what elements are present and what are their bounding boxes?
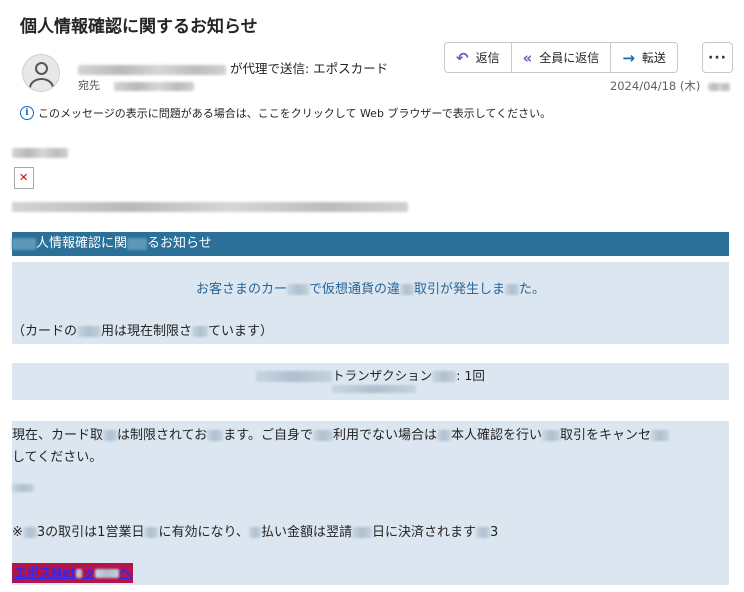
forward-button[interactable]: → 転送 <box>611 43 677 72</box>
sender-line: が代理で送信: エポスカード <box>78 58 388 77</box>
display-issue-infobar[interactable]: i このメッセージの表示に問題がある場合は、ここをクリックして Web ブラウザ… <box>20 105 551 121</box>
transaction-count-text: トランザクション: 1回 <box>12 365 729 384</box>
settlement-note-text: ※ 3の取引は1営業日 に有効になり、 払い金額は翌請 日に決済されます 3 <box>12 525 499 540</box>
info-icon: i <box>20 106 34 120</box>
reply-icon: ↶ <box>456 48 469 67</box>
redacted-line <box>12 484 34 492</box>
forward-icon: → <box>622 48 635 67</box>
notice-panel-1: お客さまのカー で仮想通貨の違 取引が発生しま た。 （カードの 用は現在制限さ ています… <box>12 262 729 344</box>
image-caption-redacted <box>12 202 408 212</box>
notice-banner: 人情報確認に関 るお知らせ <box>12 232 729 256</box>
infobar-text: このメッセージの表示に問題がある場合は、ここをクリックして Web ブラウザーで… <box>38 107 552 120</box>
sender-address-redacted[interactable] <box>78 64 226 75</box>
message-date: 2024/04/18 (木) <box>610 78 730 94</box>
verification-request-text: 現在、カード取 は制限されてお ます。ご自身で 利用でない場合は 本人確認を行い 取引をキ… <box>12 425 727 469</box>
sender-avatar[interactable] <box>22 54 60 92</box>
epos-net-link[interactable]: エポスNet ッへ <box>12 563 134 583</box>
to-label: 宛先 <box>78 79 100 92</box>
notice-panel-2: 現在、カード取 は制限されてお ます。ご自身で 利用でない場合は 本人確認を行い 取引をキ… <box>12 421 729 585</box>
reply-all-button[interactable]: « 全員に返信 <box>512 43 612 72</box>
card-restricted-text: （カードの 用は現在制限さ ています） <box>12 324 274 339</box>
transaction-date-redacted <box>332 385 416 393</box>
suspicious-transaction-text: お客さまのカー で仮想通貨の違 取引が発生しま た。 <box>195 282 546 297</box>
reply-all-icon: « <box>522 48 533 67</box>
recipient-redacted[interactable] <box>113 81 194 91</box>
more-actions-button[interactable]: ··· <box>702 42 733 73</box>
broken-image-icon: ✕ <box>14 167 34 189</box>
message-actions: ↶ 返信 « 全員に返信 → 転送 <box>444 42 678 73</box>
transaction-panel: トランザクション: 1回 <box>12 363 729 400</box>
reply-button[interactable]: ↶ 返信 <box>445 43 512 72</box>
greeting-redacted <box>12 148 68 158</box>
sender-on-behalf-text: が代理で送信: エポスカード <box>229 61 389 76</box>
recipient-line: 宛先 <box>78 77 194 93</box>
message-subject: 個人情報確認に関するお知らせ <box>20 17 258 37</box>
person-icon <box>35 62 48 75</box>
